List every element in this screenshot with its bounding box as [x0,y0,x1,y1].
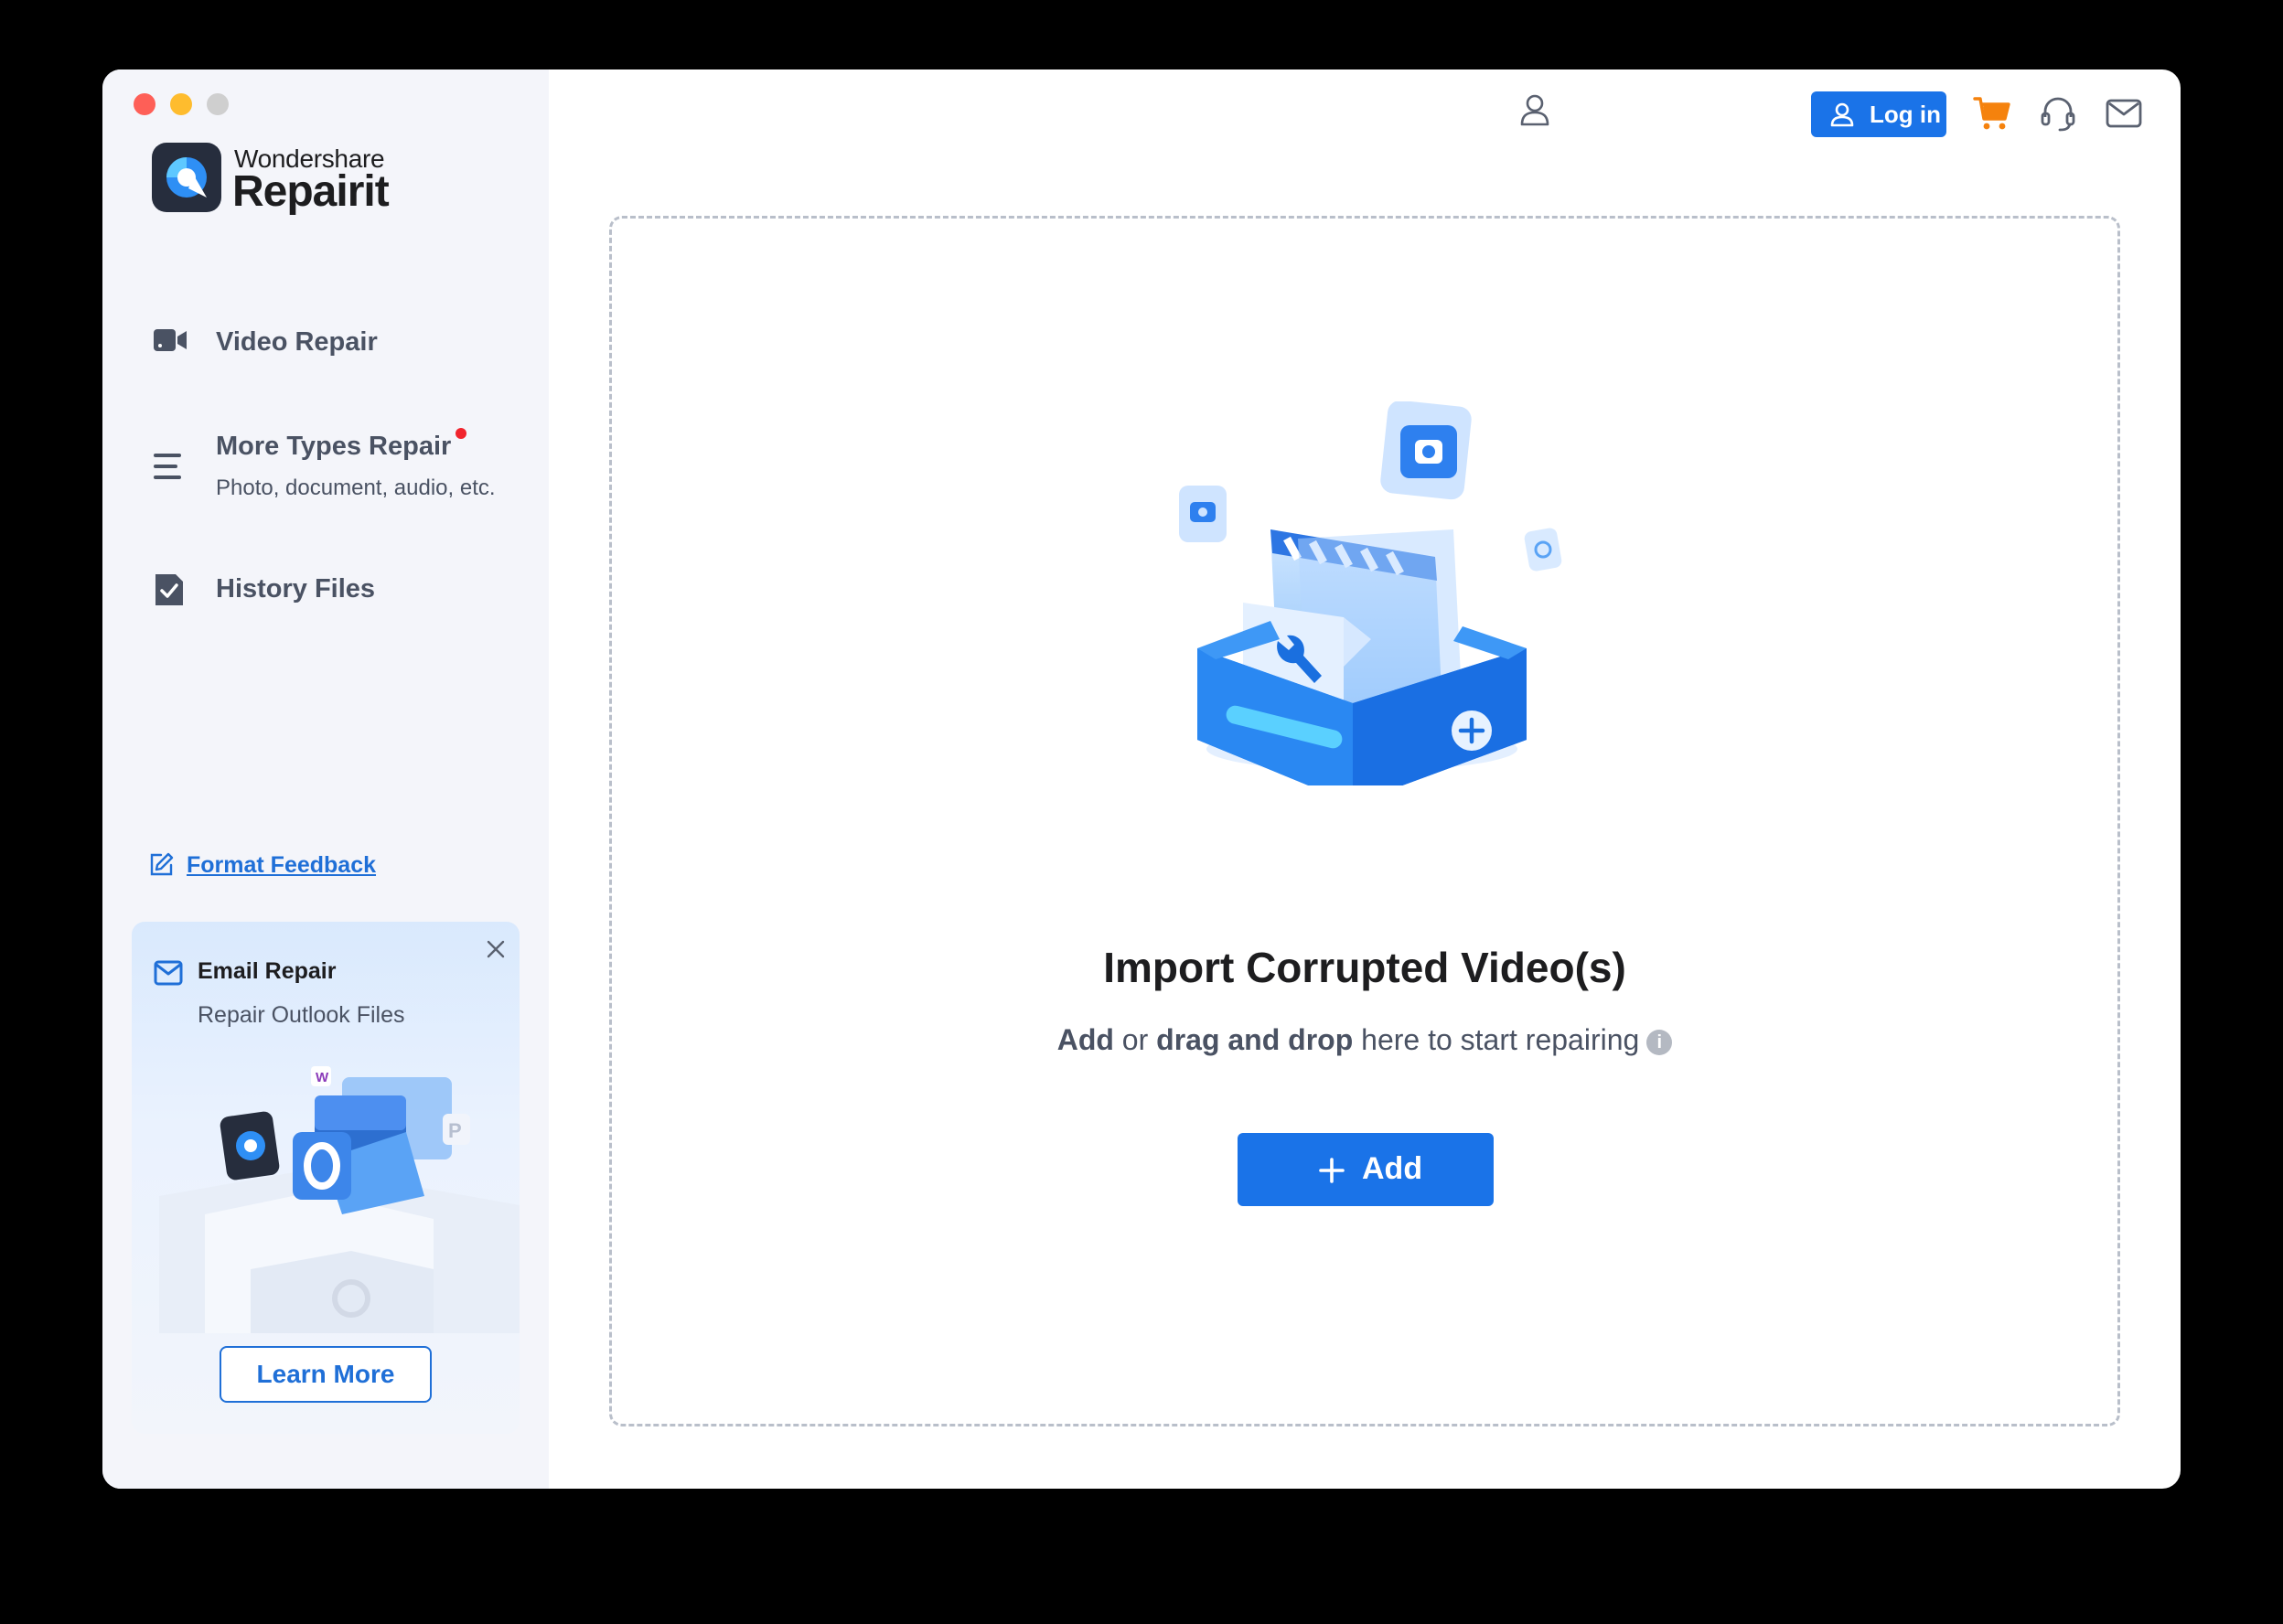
subtitle-rest: here to start repairing [1353,1023,1640,1056]
dropzone-title: Import Corrupted Video(s) [1103,944,1626,991]
login-label: Log in [1870,101,1941,128]
outlook-illustration: W P [159,1066,520,1333]
sidebar-item-label: History Files [216,574,376,604]
menu-lines-icon [154,454,181,479]
email-repair-promo-card: Email Repair Repair Outlook Files W P Le… [132,922,520,1434]
plus-icon [1319,1158,1345,1183]
video-dropzone[interactable]: Import Corrupted Video(s) Add or drag an… [609,216,2120,1426]
subtitle-add: Add [1056,1023,1114,1056]
mail-icon [154,960,183,986]
sidebar-item-label: Video Repair [216,327,378,357]
user-icon[interactable] [1517,91,1553,128]
video-camera-icon [154,329,187,351]
new-badge-dot [456,428,466,439]
window-close-button[interactable] [134,93,155,115]
sidebar-item-history-files[interactable]: History Files [152,571,518,614]
video-repair-box-illustration [1179,401,1562,785]
sidebar-item-video-repair[interactable]: Video Repair [152,322,518,366]
mail-icon[interactable] [2104,93,2144,134]
close-icon[interactable] [483,936,509,962]
svg-text:P: P [448,1119,462,1142]
add-button[interactable]: Add [1238,1133,1494,1206]
login-button[interactable]: Log in [1811,91,1946,137]
svg-text:W: W [316,1070,329,1085]
add-label: Add [1362,1151,1423,1186]
format-feedback-link[interactable]: Format Feedback [148,849,386,885]
edit-icon [150,852,174,876]
app-window: Wondershare Repairit Video Repair More T… [102,69,2181,1489]
file-check-icon [155,574,183,605]
sidebar-item-sublabel: Photo, document, audio, etc. [216,475,496,500]
promo-subtitle: Repair Outlook Files [198,1002,405,1028]
info-icon[interactable]: i [1646,1029,1673,1055]
repairit-logo-icon [152,143,221,212]
product-name: Repairit [232,167,390,216]
window-minimize-button[interactable] [170,93,192,115]
sidebar: Wondershare Repairit Video Repair More T… [102,69,549,1489]
headset-icon[interactable] [2038,93,2078,134]
cart-icon[interactable] [1972,93,2012,134]
user-icon [1830,102,1854,127]
promo-title: Email Repair [198,958,337,984]
learn-more-button[interactable]: Learn More [220,1346,432,1403]
sidebar-item-label: More Types Repair [216,432,452,461]
dropzone-subtitle: Add or drag and drop here to start repai… [612,1023,2117,1057]
subtitle-or: or [1113,1023,1157,1056]
format-feedback-label: Format Feedback [187,852,377,878]
sidebar-item-more-types-repair[interactable]: More Types Repair Photo, document, audio… [152,428,518,510]
subtitle-drag-drop: drag and drop [1156,1023,1354,1056]
window-maximize-button[interactable] [207,93,229,115]
